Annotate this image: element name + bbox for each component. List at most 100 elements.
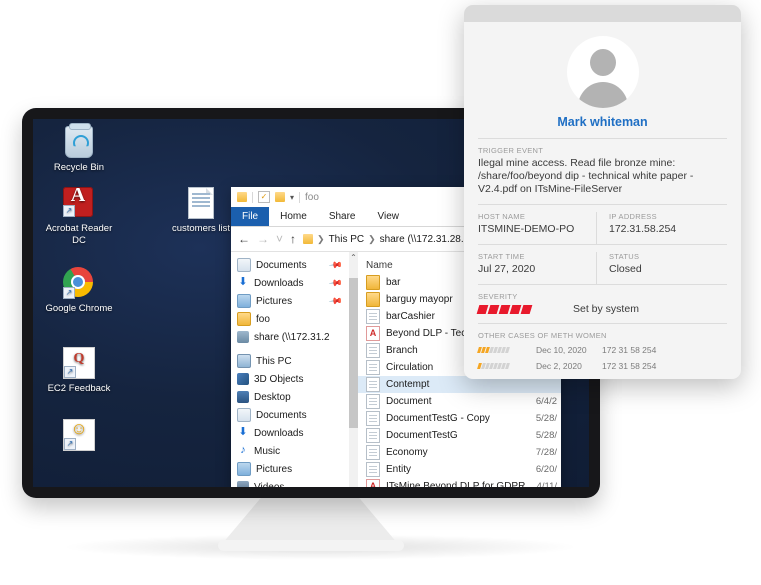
file-name: Document [386, 396, 432, 407]
divider [478, 138, 727, 139]
avatar-body [577, 82, 628, 108]
folder-icon [237, 312, 251, 326]
start-time-value: Jul 27, 2020 [478, 263, 536, 275]
file-icon [366, 309, 380, 324]
trigger-event-value: Ilegal mine access. Read file bronze min… [478, 157, 694, 195]
breadcrumb-separator: ❯ [317, 233, 325, 244]
file-name: Contempt [386, 379, 430, 390]
file-icon [366, 462, 380, 477]
screenshot-root: Recycle Bin ↗ Acrobat Reader DC customer… [0, 0, 761, 585]
pdf-icon [366, 479, 380, 487]
case-ip: 172 31 58 254 [602, 377, 656, 379]
nav-item-downloads-2[interactable]: ⬇ Downloads [237, 424, 349, 442]
mini-severity-meter [477, 347, 520, 353]
network-share-icon [237, 331, 249, 343]
folder-icon[interactable] [275, 192, 285, 202]
severity-bar [476, 304, 489, 314]
breadcrumb-separator: ❯ [368, 233, 376, 244]
nav-item-videos[interactable]: Videos [237, 478, 349, 487]
table-row[interactable]: Economy 7/28/ [358, 444, 561, 461]
nav-item-documents[interactable]: Documents 📌 [237, 256, 349, 274]
desktop-icon-label: Recycle Bin [53, 162, 105, 173]
desktop-icon-customers-list[interactable]: customers list [163, 187, 239, 235]
table-row[interactable]: DocumentTestG - Copy 5/28/ [358, 410, 561, 427]
nav-item-label: Documents [256, 409, 307, 421]
back-icon[interactable]: ← [238, 232, 250, 246]
nav-item-this-pc[interactable]: This PC [237, 352, 349, 370]
nav-item-label: Videos [254, 481, 285, 488]
nav-item-pictures-2[interactable]: Pictures [237, 460, 349, 478]
file-icon [366, 360, 380, 375]
recent-locations-icon[interactable]: ˅ [276, 232, 283, 246]
nav-item-label: Music [254, 445, 281, 457]
case-date: Dec 2, 2020 [536, 377, 602, 379]
documents-icon [237, 258, 251, 272]
user-avatar-icon [566, 36, 639, 108]
desktop-icon-google-chrome[interactable]: ↗ Google Chrome [41, 267, 117, 315]
host-name-value: ITSMINE-DEMO-PO [478, 223, 575, 235]
downloads-icon: ⬇ [238, 426, 248, 438]
up-icon[interactable]: ↑ [290, 232, 296, 246]
desktop-icon-acrobat-reader[interactable]: ↗ Acrobat Reader DC [41, 187, 117, 246]
status-label: STATUS [609, 252, 640, 261]
table-row[interactable]: DocumentTestG 5/28/ [358, 427, 561, 444]
other-cases-label: OTHER CASES OF METH WOMEN [478, 331, 607, 340]
nav-item-downloads[interactable]: ⬇ Downloads 📌 [237, 274, 349, 292]
divider [252, 191, 253, 203]
card-header-strip [464, 5, 741, 22]
desktop-icon-ec2-feedback[interactable]: ↗ EC2 Feedback [41, 347, 117, 395]
nav-item-documents-2[interactable]: Documents [237, 406, 349, 424]
file-icon [366, 445, 380, 460]
user-name[interactable]: Mark whiteman [478, 115, 727, 129]
nav-item-label: share (\\172.31.2 [254, 331, 330, 343]
nav-item-music[interactable]: ♪ Music [237, 442, 349, 460]
desktop-icon-label: Acrobat Reader DC [45, 223, 113, 246]
table-row[interactable]: Entity 6/20/ [358, 461, 561, 478]
explorer-nav-scrollbar[interactable]: ⌃ [349, 252, 358, 487]
acrobat-reader-icon: ↗ [63, 187, 95, 219]
explorer-navigation-pane[interactable]: Documents 📌 ⬇ Downloads 📌 Pictures 📌 foo… [231, 252, 349, 487]
nav-item-desktop[interactable]: Desktop [237, 388, 349, 406]
tab-view[interactable]: View [367, 207, 411, 226]
music-icon: ♪ [240, 444, 246, 456]
case-date: Dec 10, 2020 [536, 345, 587, 355]
tab-file[interactable]: File [231, 207, 270, 226]
nav-item-label: 3D Objects [254, 373, 304, 385]
nav-item-3d-objects[interactable]: 3D Objects [237, 370, 349, 388]
monitor-stand-neck [222, 498, 398, 544]
dropdown-caret-icon[interactable]: ▾ [290, 193, 294, 202]
list-item[interactable]: Dec 10, 2020 172 31 58 254 [477, 342, 727, 358]
list-item[interactable]: Dec 2, 2020 172 31 58 254 [478, 374, 727, 379]
nav-item-foo[interactable]: foo [237, 310, 349, 328]
forward-icon[interactable]: → [257, 232, 269, 246]
tab-home[interactable]: Home [269, 207, 318, 226]
nav-item-pictures[interactable]: Pictures 📌 [237, 292, 349, 310]
desktop-icon-label: EC2 Feedback [47, 383, 111, 394]
file-date: 5/28/ [535, 413, 557, 424]
breadcrumb-this-pc[interactable]: This PC [329, 234, 365, 245]
scrollbar-thumb[interactable] [349, 278, 358, 428]
nav-item-share[interactable]: share (\\172.31.2 [237, 328, 349, 346]
tab-share[interactable]: Share [318, 207, 367, 226]
scroll-up-icon[interactable]: ⌃ [349, 252, 358, 264]
file-icon [366, 394, 380, 409]
desktop-icon-recycle-bin[interactable]: Recycle Bin [41, 123, 117, 174]
avatar-head [589, 49, 616, 76]
nav-item-label: Pictures [256, 295, 293, 307]
table-row[interactable]: Document 6/4/2 [358, 393, 561, 410]
file-name: DocumentTestG - Copy [386, 413, 490, 424]
checkbox-icon[interactable]: ✓ [258, 191, 270, 203]
downloads-icon: ⬇ [238, 276, 248, 288]
pin-icon: 📌 [328, 257, 344, 273]
pictures-icon [237, 294, 251, 308]
ip-address-label: IP ADDRESS [609, 212, 657, 221]
desktop-icon-smiley-app[interactable]: ↗ [41, 419, 117, 455]
table-row[interactable]: ITsMine Beyond DLP for GDPR 4/11/ [358, 478, 561, 487]
nav-item-label: Desktop [254, 391, 291, 403]
shortcut-arrow-icon: ↗ [63, 205, 75, 217]
shortcut-arrow-icon: ↗ [63, 287, 75, 299]
list-item[interactable]: Dec 2, 2020 172 31 58 254 [477, 358, 727, 374]
smiley-app-icon: ↗ [63, 419, 95, 451]
pictures-icon [237, 462, 251, 476]
ip-address-value: 172.31.58.254 [609, 223, 677, 235]
